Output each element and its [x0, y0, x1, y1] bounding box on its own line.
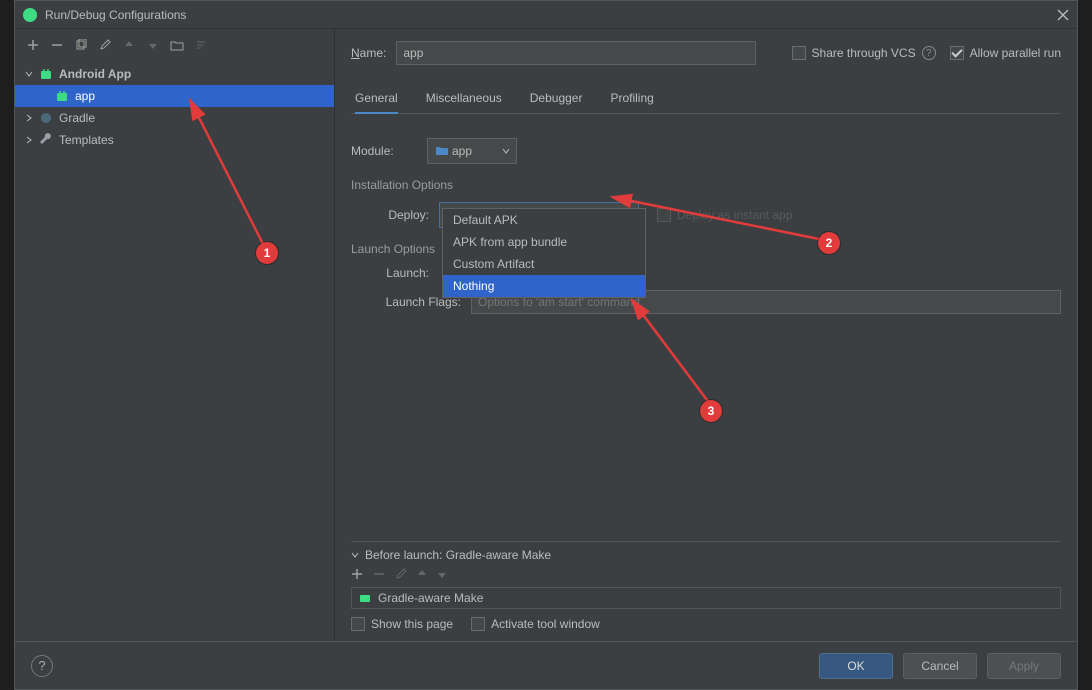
before-launch-section: Before launch: Gradle-aware Make Gradle-…: [351, 541, 1061, 641]
deploy-dropdown-popup: Default APK APK from app bundle Custom A…: [442, 208, 646, 298]
activate-tool-window-label: Activate tool window: [491, 617, 600, 631]
android-icon: [39, 67, 55, 81]
tab-miscellaneous[interactable]: Miscellaneous: [426, 85, 502, 113]
tab-general[interactable]: General: [355, 85, 398, 113]
chevron-down-icon: [502, 144, 510, 158]
tree-label: Templates: [59, 133, 114, 147]
tree-label: Android App: [59, 67, 131, 81]
help-button[interactable]: ?: [31, 655, 53, 677]
ok-button[interactable]: OK: [819, 653, 893, 679]
chevron-right-icon: [23, 114, 35, 122]
deploy-option-custom-artifact[interactable]: Custom Artifact: [443, 253, 645, 275]
edit-task-icon[interactable]: [395, 568, 407, 583]
configurations-sidebar: Android App app Gradle Templates: [15, 29, 335, 641]
edit-config-icon[interactable]: [97, 37, 113, 53]
tree-item-app[interactable]: app: [15, 85, 334, 107]
sidebar-toolbar: [15, 35, 334, 61]
before-launch-item: Gradle-aware Make: [378, 591, 483, 605]
tree-label: Gradle: [59, 111, 95, 125]
move-task-down-icon[interactable]: [437, 568, 447, 583]
deploy-option-nothing[interactable]: Nothing: [443, 275, 645, 297]
move-task-up-icon[interactable]: [417, 568, 427, 583]
close-icon[interactable]: [1057, 9, 1069, 21]
move-down-icon[interactable]: [145, 37, 161, 53]
before-launch-list[interactable]: Gradle-aware Make: [351, 587, 1061, 609]
cancel-button[interactable]: Cancel: [903, 653, 977, 679]
activate-tool-window-checkbox[interactable]: Activate tool window: [471, 617, 600, 631]
chevron-right-icon: [23, 136, 35, 144]
name-input[interactable]: [396, 41, 756, 65]
module-label: Module:: [351, 144, 421, 158]
gradle-icon: [39, 111, 55, 125]
chevron-down-icon: [351, 548, 359, 562]
run-debug-config-dialog: Run/Debug Configurations Android: [14, 0, 1078, 690]
allow-parallel-label: Allow parallel run: [970, 46, 1061, 60]
dialog-title: Run/Debug Configurations: [45, 8, 1057, 22]
android-icon: [55, 89, 71, 103]
tab-profiling[interactable]: Profiling: [610, 85, 653, 113]
before-launch-header[interactable]: Before launch: Gradle-aware Make: [351, 548, 1061, 562]
tree-item-android-app[interactable]: Android App: [15, 63, 334, 85]
remove-task-icon[interactable]: [373, 568, 385, 583]
annotation-marker-2: 2: [818, 232, 840, 254]
installation-options-section: Installation Options: [351, 178, 1061, 192]
titlebar: Run/Debug Configurations: [15, 1, 1077, 29]
share-vcs-label: Share through VCS: [812, 46, 916, 60]
add-config-icon[interactable]: [25, 37, 41, 53]
name-label: Name:: [351, 46, 386, 60]
tree-label: app: [75, 89, 95, 103]
folder-icon[interactable]: [169, 37, 185, 53]
sort-icon[interactable]: [193, 37, 209, 53]
tree-item-gradle[interactable]: Gradle: [15, 107, 334, 129]
tree-item-templates[interactable]: Templates: [15, 129, 334, 151]
configurations-tree: Android App app Gradle Templates: [15, 61, 334, 153]
android-studio-icon: [23, 8, 37, 22]
wrench-icon: [39, 133, 55, 147]
remove-config-icon[interactable]: [49, 37, 65, 53]
annotation-marker-1: 1: [256, 242, 278, 264]
gradle-icon: [358, 591, 372, 606]
tab-debugger[interactable]: Debugger: [530, 85, 583, 113]
module-select[interactable]: app: [427, 138, 517, 164]
allow-parallel-checkbox[interactable]: Allow parallel run: [950, 46, 1061, 60]
chevron-down-icon: [23, 70, 35, 78]
annotation-marker-3: 3: [700, 400, 722, 422]
config-details: Name: Share through VCS ? Allow parallel…: [335, 29, 1077, 641]
show-this-page-label: Show this page: [371, 617, 453, 631]
before-launch-title: Before launch: Gradle-aware Make: [365, 548, 551, 562]
show-this-page-checkbox[interactable]: Show this page: [351, 617, 453, 631]
folder-icon: [436, 144, 448, 158]
add-task-icon[interactable]: [351, 568, 363, 583]
deploy-instant-label: Deploy as instant app: [677, 208, 792, 222]
deploy-label: Deploy:: [371, 208, 429, 222]
move-up-icon[interactable]: [121, 37, 137, 53]
copy-config-icon[interactable]: [73, 37, 89, 53]
module-select-value: app: [452, 144, 472, 158]
apply-button[interactable]: Apply: [987, 653, 1061, 679]
deploy-option-apk-bundle[interactable]: APK from app bundle: [443, 231, 645, 253]
deploy-instant-checkbox[interactable]: Deploy as instant app: [657, 208, 792, 222]
config-tabs: General Miscellaneous Debugger Profiling: [351, 85, 1061, 114]
launch-label: Launch:: [371, 266, 429, 280]
help-icon[interactable]: ?: [922, 46, 936, 60]
deploy-option-default-apk[interactable]: Default APK: [443, 209, 645, 231]
dialog-footer: ? OK Cancel Apply: [15, 641, 1077, 689]
share-vcs-checkbox[interactable]: Share through VCS ?: [792, 46, 936, 60]
